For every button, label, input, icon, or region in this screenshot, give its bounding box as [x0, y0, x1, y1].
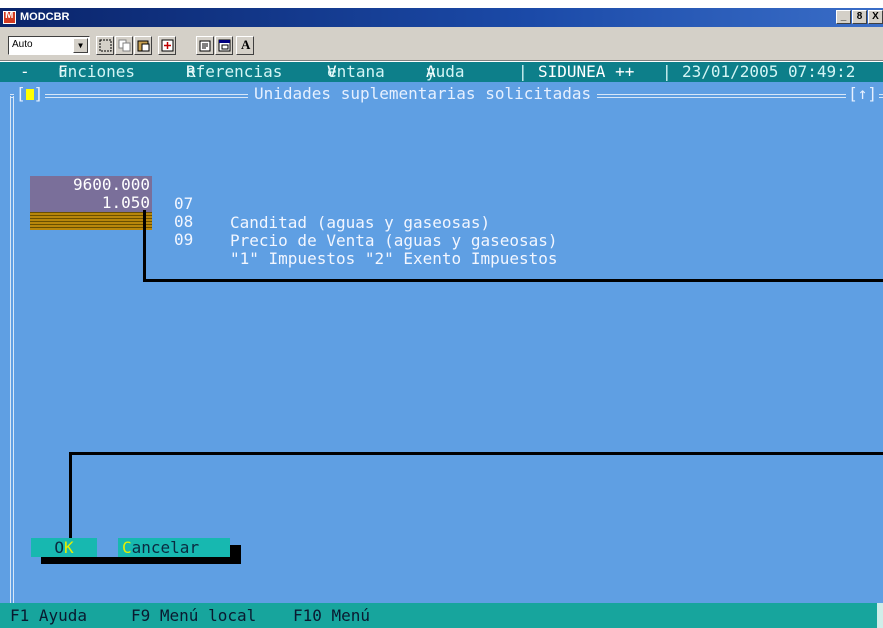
properties-icon — [199, 40, 211, 52]
maximize-button[interactable]: 8 — [852, 10, 867, 24]
font-size-select[interactable]: Auto ▼ — [8, 36, 90, 55]
status-help[interactable]: F1 Ayuda — [10, 603, 87, 628]
menu-funciones-label: unciones — [58, 62, 136, 81]
system-menu[interactable]: - — [20, 62, 30, 82]
mark-button[interactable] — [96, 36, 114, 55]
properties-button[interactable] — [196, 36, 214, 55]
copy-button[interactable] — [115, 36, 133, 55]
value-field[interactable] — [30, 212, 152, 230]
window-title: MODCBR — [20, 11, 70, 23]
ok-hotkey: K — [64, 538, 74, 557]
close-icon — [25, 89, 34, 100]
copy-icon — [118, 39, 131, 52]
connector-line — [143, 279, 883, 282]
button-shadow — [230, 545, 241, 564]
close-button[interactable]: X — [868, 10, 883, 24]
status-bar-end — [877, 603, 883, 628]
cancel-hotkey: C — [122, 538, 132, 557]
font-icon: A — [241, 37, 251, 52]
app-icon — [3, 10, 16, 24]
select-icon — [99, 39, 112, 52]
close-box-close-bracket: ] — [33, 84, 44, 103]
connector-line — [69, 452, 72, 542]
status-menu[interactable]: F10 Menú — [293, 603, 370, 628]
unit-description: Precio de Venta (aguas y gaseosas) — [230, 231, 558, 250]
cancel-button-face[interactable]: Cancelar — [118, 538, 230, 557]
fullscreen-button[interactable] — [158, 36, 176, 55]
cancel-label-rest: ancelar — [131, 538, 200, 557]
menu-separator: | — [518, 62, 528, 81]
dialog-close-box[interactable]: [] — [14, 84, 46, 104]
menu-separator: | — [662, 62, 672, 81]
dialog-resize-box[interactable]: [↑] — [846, 84, 879, 104]
status-bar: F1 Ayuda F9 Menú local F10 Menú — [0, 603, 883, 628]
window-icon — [218, 39, 231, 52]
list-item: 09 "1" Impuestos "2" Exento Impuestos — [0, 193, 700, 268]
fullscreen-icon — [161, 39, 174, 52]
unit-description: Canditad (aguas y gaseosas) — [230, 213, 491, 232]
font-size-value: Auto — [12, 39, 33, 50]
list-item: 9600.000 07 Canditad (aguas y gaseosas) — [0, 157, 700, 232]
font-button[interactable]: A — [236, 36, 254, 55]
menu-referencias-label: eferencias — [186, 62, 283, 81]
unit-code: 08 — [174, 212, 194, 231]
chevron-down-icon[interactable]: ▼ — [73, 38, 88, 53]
menu-ventana-label: entana — [327, 62, 385, 81]
list-item: 1.050 08 Precio de Venta (aguas y gaseos… — [0, 175, 700, 250]
background-button[interactable] — [215, 36, 233, 55]
button-shadow — [128, 557, 241, 564]
unit-code: 09 — [174, 230, 194, 249]
status-local-menu[interactable]: F9 Menú local — [131, 603, 256, 628]
paste-button[interactable] — [134, 36, 152, 55]
close-box-open-bracket: [ — [16, 84, 26, 103]
menu-ayuda-label: yuda — [426, 62, 465, 81]
toolbar: Auto ▼ A — [0, 27, 883, 61]
connector-line — [69, 452, 883, 455]
unit-description: "1" Impuestos "2" Exento Impuestos — [230, 249, 558, 268]
menu-bar: - Funciones Referencias Ventana Ayuda | … — [0, 62, 883, 82]
window-controls: _ 8 X — [836, 10, 883, 24]
ok-label: O — [54, 538, 64, 557]
title-bar: MODCBR _ 8 X — [0, 8, 883, 27]
date-time: 23/01/2005 07:49:2 — [682, 62, 856, 81]
dialog-title: Unidades suplementarias solicitadas — [248, 84, 598, 104]
system-name: SIDUNEA ++ — [538, 62, 635, 81]
button-shadow — [41, 557, 137, 564]
console-area: - Funciones Referencias Ventana Ayuda | … — [0, 62, 883, 616]
ok-button-face[interactable]: OK — [31, 538, 97, 557]
connector-line — [143, 210, 146, 282]
paste-icon — [137, 40, 150, 52]
minimize-button[interactable]: _ — [836, 10, 851, 24]
